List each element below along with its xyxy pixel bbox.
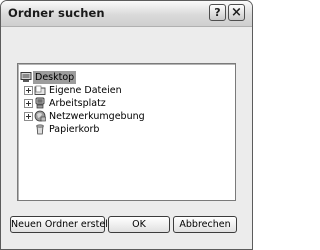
help-button[interactable]: ?: [209, 4, 226, 21]
computer-icon: [35, 97, 45, 109]
folder-tree[interactable]: Desktop Eigene Dateien Arbeitsplatz Netz…: [17, 63, 236, 201]
tree-item-label: Papierkorb: [49, 124, 100, 135]
tree-item-label: Netzwerkumgebung: [49, 111, 145, 122]
cancel-button[interactable]: Abbrechen: [173, 216, 237, 233]
expand-icon[interactable]: [24, 86, 33, 95]
tree-item-eigene-dateien[interactable]: Eigene Dateien: [18, 84, 158, 97]
recycle-bin-icon: [36, 124, 44, 135]
tree-item-papierkorb[interactable]: Papierkorb: [18, 123, 158, 136]
ok-button[interactable]: OK: [108, 216, 170, 233]
new-folder-button[interactable]: Neuen Ordner erstellen: [10, 216, 122, 233]
title-bar[interactable]: Ordner suchen ? ×: [1, 1, 252, 27]
network-icon: [34, 110, 46, 122]
dialog-title: Ordner suchen: [8, 6, 105, 20]
tree-item-label: Eigene Dateien: [49, 85, 122, 96]
expand-icon[interactable]: [24, 99, 33, 108]
close-icon: ×: [231, 5, 242, 20]
expand-icon[interactable]: [24, 112, 33, 121]
tree-item-label: Arbeitsplatz: [49, 98, 106, 109]
help-icon: ?: [214, 6, 221, 19]
tree-item-label: Desktop: [33, 71, 77, 84]
desktop-icon: [20, 72, 32, 82]
dialog-window: Ordner suchen ? × Desktop Eigene Dateien: [0, 0, 253, 250]
tree-item-netzwerkumgebung[interactable]: Netzwerkumgebung: [18, 110, 178, 123]
close-button[interactable]: ×: [228, 4, 245, 21]
tree-item-desktop[interactable]: Desktop: [20, 71, 140, 84]
tree-item-arbeitsplatz[interactable]: Arbeitsplatz: [18, 97, 158, 110]
folder-icon: [34, 85, 46, 95]
